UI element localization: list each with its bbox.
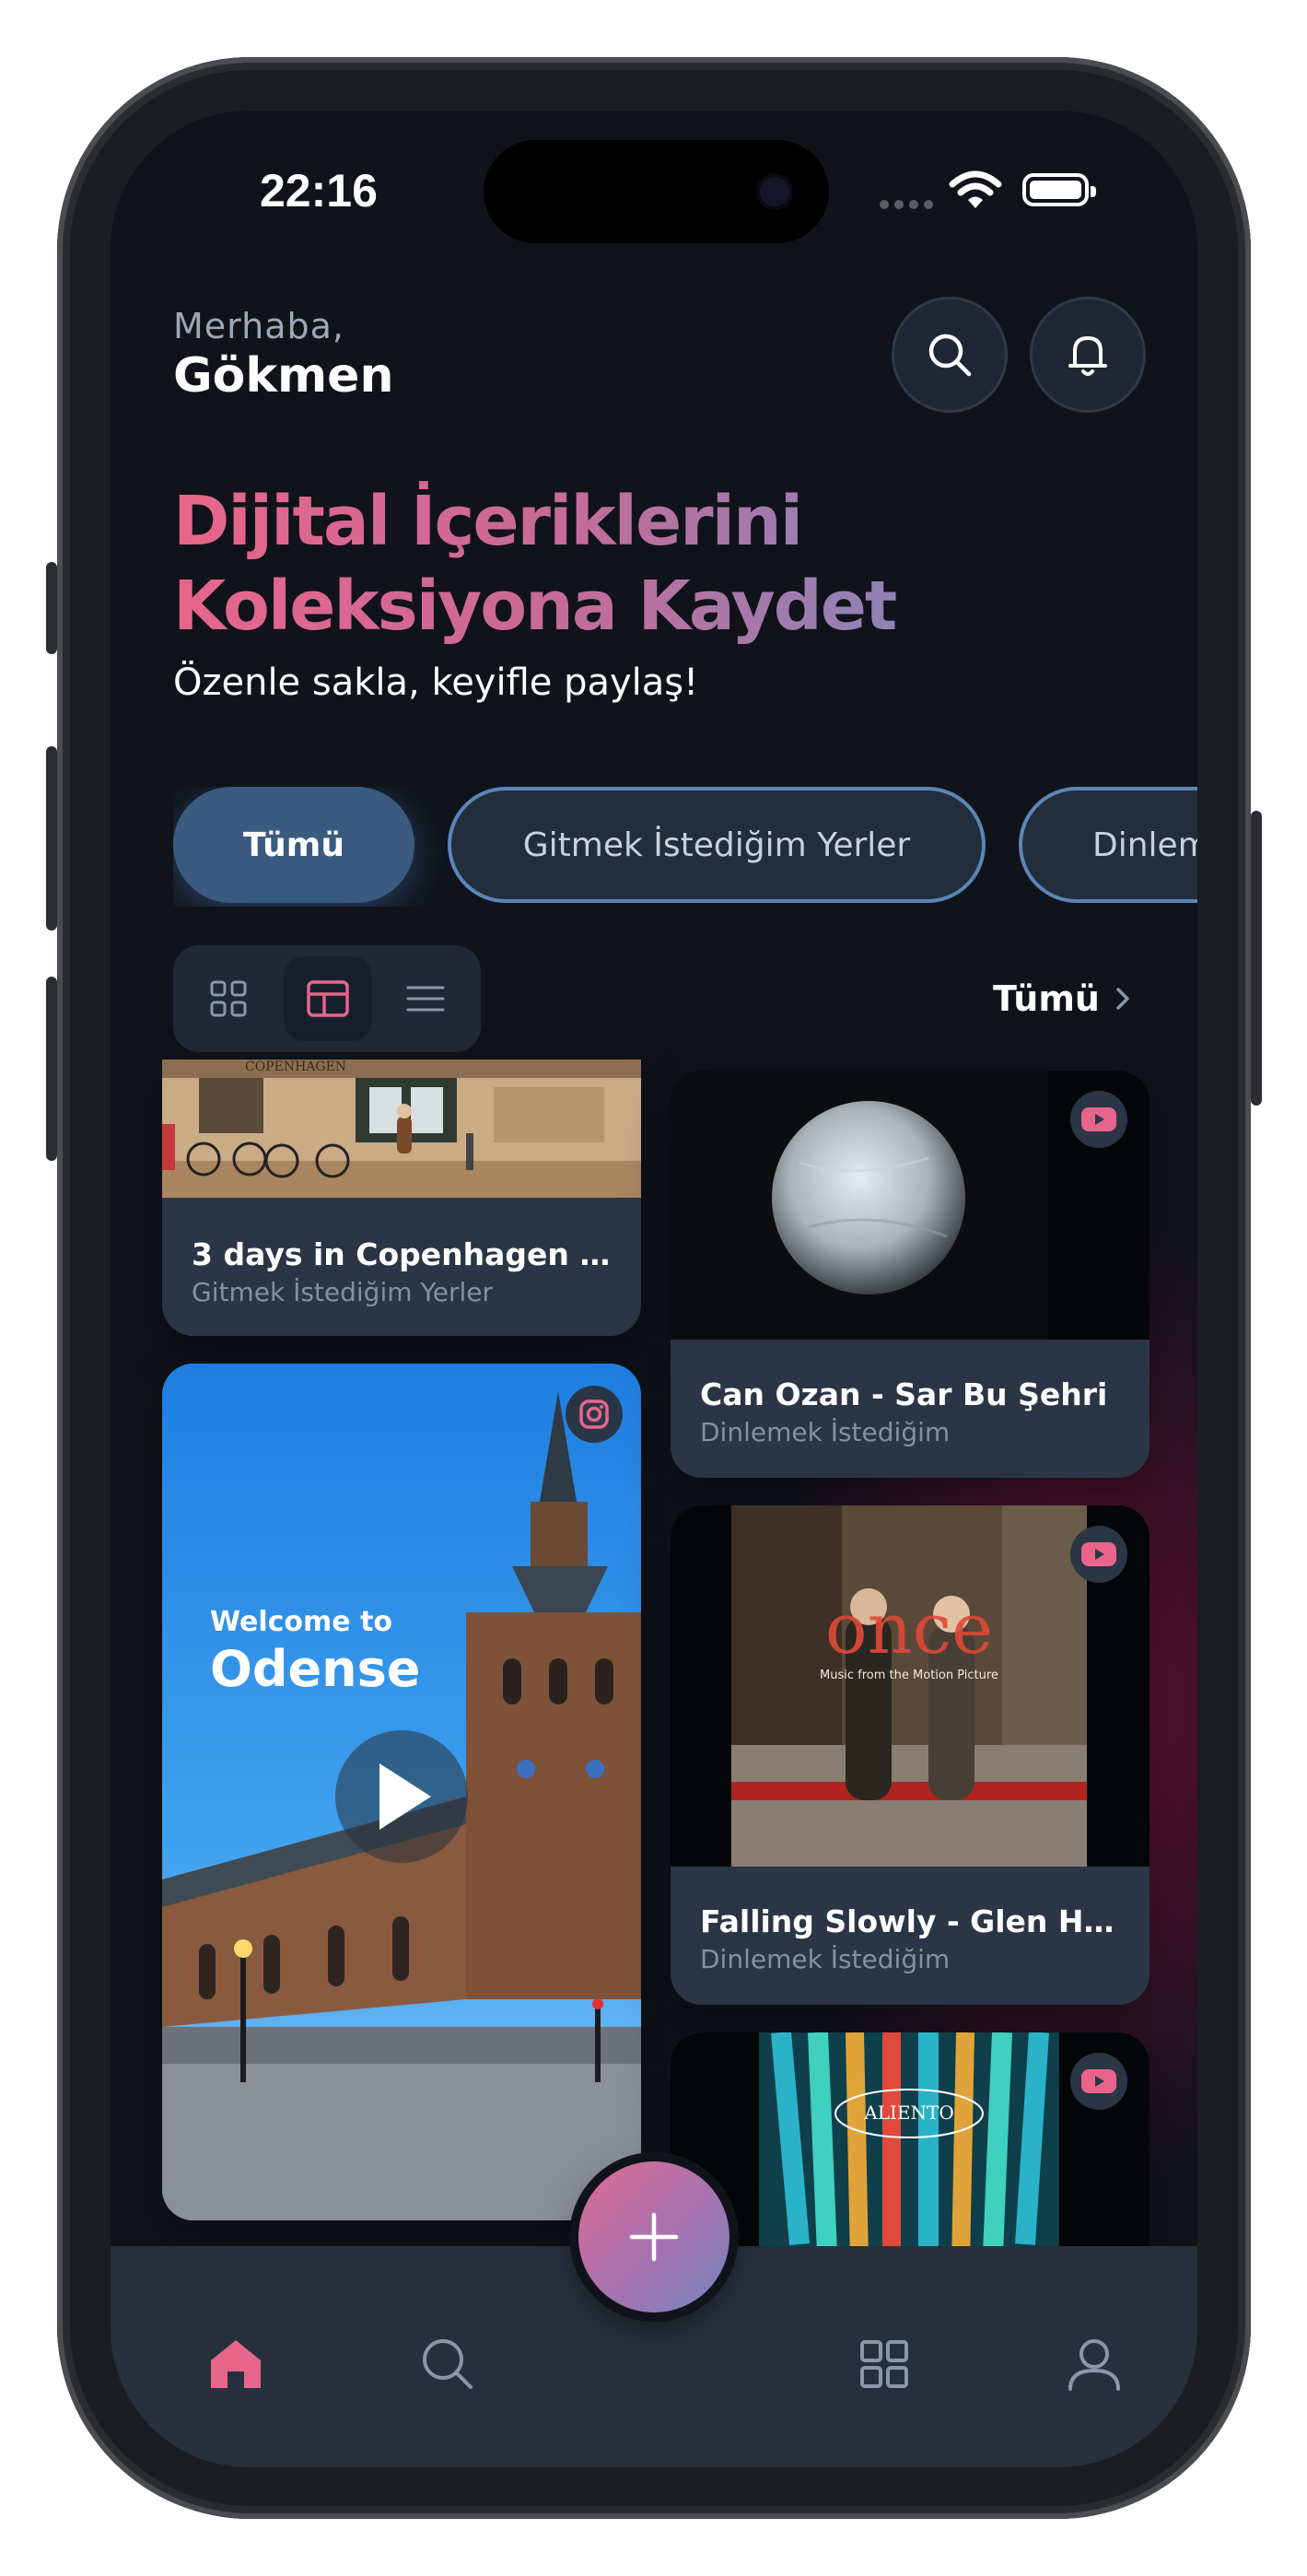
source-badge xyxy=(1070,1526,1127,1583)
card-layout-icon xyxy=(307,980,349,1017)
chip-places[interactable]: Gitmek İstediğim Yerler xyxy=(448,787,986,903)
youtube-icon xyxy=(1081,1542,1116,1566)
youtube-icon xyxy=(1081,1107,1116,1131)
hero-title: Dijital İçeriklerini Koleksiyona Kaydet xyxy=(173,479,1002,649)
status-time: 22:16 xyxy=(260,165,378,217)
card-category: Dinlemek İstediğim xyxy=(700,1944,951,1974)
card-view-button[interactable] xyxy=(284,956,372,1041)
overlay-welcome-text: Welcome to xyxy=(210,1606,392,1638)
content-card[interactable]: COPENHAGEN 3 days in Copenhagen | F… Git… xyxy=(162,1060,641,1336)
nav-home[interactable] xyxy=(199,2327,273,2401)
list-view-button[interactable] xyxy=(381,956,470,1041)
content-card[interactable]: Welcome to Odense xyxy=(162,1364,641,2220)
card-caption: Falling Slowly - Glen Han… Dinlemek İste… xyxy=(671,1867,1149,2005)
user-name: Gökmen xyxy=(173,348,394,404)
chip-listen[interactable]: Dinlemek İstediğim xyxy=(1019,787,1197,903)
status-bar: 22:16 xyxy=(111,111,1197,267)
card-caption: Can Ozan - Sar Bu Şehri Dinlemek İstediğ… xyxy=(671,1340,1149,1478)
greeting-text: Merhaba, xyxy=(173,306,344,346)
content-card[interactable]: Can Ozan - Sar Bu Şehri Dinlemek İstediğ… xyxy=(671,1071,1149,1478)
see-all-label: Tümü xyxy=(992,978,1100,1019)
add-button[interactable] xyxy=(578,2161,729,2313)
notifications-button[interactable] xyxy=(1030,297,1146,413)
home-icon xyxy=(211,2340,261,2388)
search-button[interactable] xyxy=(892,297,1008,413)
view-toggle xyxy=(173,945,481,1052)
volume-up-button xyxy=(46,746,57,931)
wifi-icon xyxy=(949,170,1002,208)
content-card[interactable]: once Music from the Motion Picture Falli… xyxy=(671,1505,1149,2005)
card-category: Dinlemek İstediğim xyxy=(700,1417,951,1447)
power-button xyxy=(1251,811,1262,1106)
card-thumbnail: Welcome to Odense xyxy=(162,1364,641,2220)
chevron-right-icon xyxy=(1116,988,1129,1010)
overlay-city-text: Odense xyxy=(210,1640,420,1698)
album-title-text: once xyxy=(825,1587,993,1669)
album-title-text: ALIENTO xyxy=(863,2102,953,2124)
cellular-signal-icon xyxy=(880,195,939,213)
front-camera xyxy=(760,177,789,206)
nav-search[interactable] xyxy=(411,2327,484,2401)
add-icon xyxy=(629,2212,679,2262)
card-title: Falling Slowly - Glen Han… xyxy=(700,1903,1120,1939)
bell-icon xyxy=(1068,336,1107,376)
shop-sign-text: COPENHAGEN xyxy=(245,1060,346,1074)
source-badge xyxy=(1070,1091,1127,1148)
card-caption: 3 days in Copenhagen | F… Gitmek İstediğ… xyxy=(162,1200,641,1336)
card-title: 3 days in Copenhagen | F… xyxy=(192,1236,612,1272)
search-icon xyxy=(928,334,972,377)
nav-profile[interactable] xyxy=(1057,2327,1131,2401)
app-screen: 22:16 Merhaba, Gökmen Dijital İçerikleri… xyxy=(111,111,1197,2467)
grid-icon xyxy=(210,980,247,1017)
nav-collections[interactable] xyxy=(847,2327,921,2401)
source-badge xyxy=(1070,2053,1127,2110)
instagram-icon xyxy=(579,1399,609,1429)
youtube-icon xyxy=(1081,2069,1116,2093)
list-icon xyxy=(406,986,445,1012)
grid-icon xyxy=(860,2340,908,2388)
card-thumbnail: COPENHAGEN xyxy=(162,1060,641,1198)
profile-icon xyxy=(1068,2339,1120,2391)
hero-title-line1: Dijital İçeriklerini xyxy=(173,482,802,561)
battery-icon xyxy=(1022,173,1096,206)
chip-all[interactable]: Tümü xyxy=(173,787,414,903)
grid-view-button[interactable] xyxy=(184,956,273,1041)
source-badge xyxy=(566,1386,623,1443)
action-button xyxy=(46,562,57,654)
see-all-link[interactable]: Tümü xyxy=(993,978,1133,1019)
album-subtitle-text: Music from the Motion Picture xyxy=(820,1669,998,1682)
card-title: Can Ozan - Sar Bu Şehri xyxy=(700,1376,1108,1412)
card-category: Gitmek İstediğim Yerler xyxy=(192,1277,494,1307)
hero-title-line2: Koleksiyona Kaydet xyxy=(173,567,896,646)
hero-subtitle: Özenle sakla, keyifle paylaş! xyxy=(173,662,699,704)
category-chips: Tümü Gitmek İstediğim Yerler Dinlemek İs… xyxy=(173,787,1197,907)
search-icon xyxy=(423,2339,473,2389)
volume-down-button xyxy=(46,977,57,1161)
